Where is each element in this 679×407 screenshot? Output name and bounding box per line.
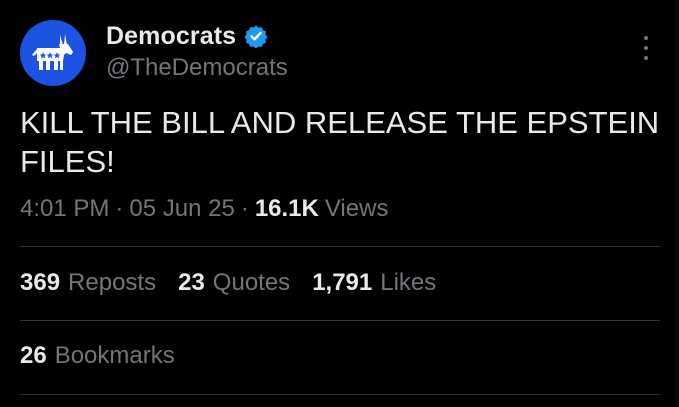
divider [20, 320, 660, 321]
author-handle[interactable]: @TheDemocrats [106, 54, 288, 82]
more-vertical-icon[interactable] [636, 34, 656, 62]
tweet-date[interactable]: 05 Jun 25 [129, 195, 234, 223]
quotes-count: 23 [178, 269, 205, 296]
scrollbar[interactable] [675, 0, 679, 407]
meta-separator: · [115, 195, 124, 222]
more-dot [644, 36, 648, 40]
quotes-stat[interactable]: 23 Quotes [178, 269, 290, 297]
tweet-time[interactable]: 4:01 PM [20, 195, 109, 223]
tweet-meta: 4:01 PM · 05 Jun 25 · 16.1K Views [20, 195, 388, 223]
more-dot [644, 56, 648, 60]
verified-badge-icon [244, 25, 268, 48]
bookmarks-stat[interactable]: 26 Bookmarks [20, 342, 175, 370]
likes-stat[interactable]: 1,791 Likes [312, 269, 436, 297]
tweet-text-line: KILL THE BILL AND RELEASE THE EPSTEIN [20, 105, 660, 140]
author-name-row: Democrats [106, 20, 268, 52]
avatar[interactable] [20, 20, 86, 86]
bookmarks-label: Bookmarks [54, 342, 175, 369]
tweet-text-line: FILES! [20, 144, 115, 179]
views-label: Views [324, 195, 389, 222]
more-dot [644, 46, 648, 50]
views-count: 16.1K [254, 195, 319, 222]
reposts-count: 369 [20, 269, 61, 296]
quotes-label: Quotes [212, 269, 291, 296]
reposts-label: Reposts [68, 269, 157, 296]
engagement-stats: 369 Reposts 23 Quotes 1,791 Likes [20, 269, 458, 297]
likes-count: 1,791 [312, 269, 373, 296]
reposts-stat[interactable]: 369 Reposts [20, 269, 156, 297]
author-display-name[interactable]: Democrats [106, 22, 236, 51]
likes-label: Likes [380, 269, 437, 296]
tweet-text: KILL THE BILL AND RELEASE THE EPSTEIN FI… [20, 103, 660, 181]
meta-separator: · [240, 195, 249, 222]
bookmarks-count: 26 [20, 342, 47, 369]
divider [20, 246, 660, 247]
tweet-card: Democrats @TheDemocrats KILL THE BILL AN… [0, 0, 679, 407]
donkey-icon [32, 34, 73, 70]
divider [20, 394, 660, 395]
